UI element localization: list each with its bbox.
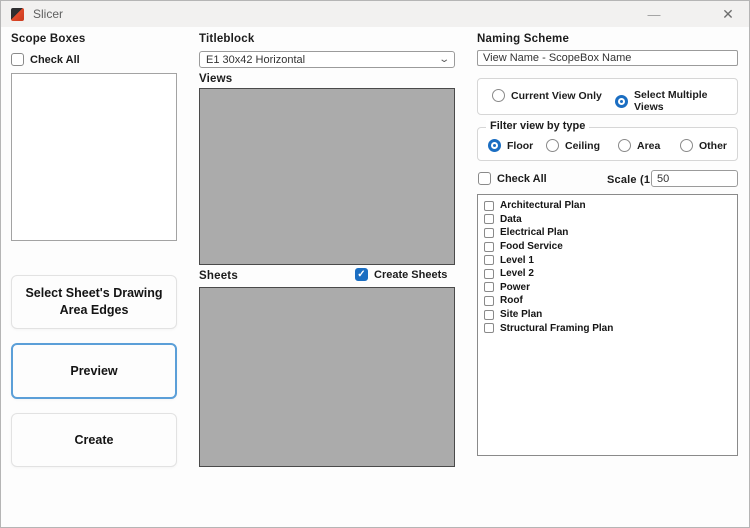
scale-input[interactable] <box>651 170 738 187</box>
view-list-item[interactable]: Data <box>484 213 731 227</box>
view-item-label: Power <box>500 282 530 293</box>
view-item-checkbox[interactable] <box>484 201 494 211</box>
view-list[interactable]: Architectural Plan Data Electrical Plan … <box>477 194 738 456</box>
scope-check-all[interactable]: Check All <box>11 53 80 66</box>
create-sheets-toggle[interactable]: ✓ Create Sheets <box>355 268 447 281</box>
view-item-label: Architectural Plan <box>500 200 586 211</box>
radio-floor-label: Floor <box>507 140 533 152</box>
titleblock-dropdown-value: E1 30x42 Horizontal <box>206 54 440 66</box>
create-button[interactable]: Create <box>11 413 177 467</box>
view-item-checkbox[interactable] <box>484 323 494 333</box>
radio-floor-circle[interactable] <box>488 139 501 152</box>
radio-area-label: Area <box>637 140 660 152</box>
views-preview-canvas <box>199 88 455 265</box>
scope-boxes-list[interactable] <box>11 73 177 241</box>
radio-area-circle[interactable] <box>618 139 631 152</box>
window-title: Slicer <box>33 7 63 21</box>
radio-select-multiple-views-label: Select Multiple Views <box>634 89 737 113</box>
radio-ceiling-circle[interactable] <box>546 139 559 152</box>
view-item-checkbox[interactable] <box>484 242 494 252</box>
radio-select-multiple-views[interactable]: Select Multiple Views <box>615 89 737 113</box>
view-item-label: Site Plan <box>500 309 542 320</box>
view-item-checkbox[interactable] <box>484 255 494 265</box>
view-item-checkbox[interactable] <box>484 214 494 224</box>
radio-floor[interactable]: Floor <box>488 139 533 152</box>
view-list-item[interactable]: Site Plan <box>484 308 731 322</box>
select-sheet-edges-button[interactable]: Select Sheet's Drawing Area Edges <box>11 275 177 329</box>
view-item-label: Roof <box>500 295 523 306</box>
views-check-all-label: Check All <box>497 173 547 185</box>
view-item-checkbox[interactable] <box>484 282 494 292</box>
radio-other-circle[interactable] <box>680 139 693 152</box>
create-sheets-label: Create Sheets <box>374 269 447 281</box>
radio-area[interactable]: Area <box>618 139 660 152</box>
preview-button[interactable]: Preview <box>11 343 177 399</box>
view-list-item[interactable]: Level 1 <box>484 253 731 267</box>
view-item-label: Level 2 <box>500 268 534 279</box>
radio-current-view-only[interactable]: Current View Only <box>492 89 602 102</box>
view-list-item[interactable]: Architectural Plan <box>484 199 731 213</box>
view-list-item[interactable]: Electrical Plan <box>484 226 731 240</box>
titlebar: Slicer — ✕ <box>1 1 749 27</box>
close-icon[interactable]: ✕ <box>713 1 743 27</box>
radio-ceiling[interactable]: Ceiling <box>546 139 600 152</box>
view-list-item[interactable]: Power <box>484 281 731 295</box>
sheets-label: Sheets <box>199 270 238 282</box>
view-list-item[interactable]: Roof <box>484 294 731 308</box>
radio-current-view-only-circle[interactable] <box>492 89 505 102</box>
titleblock-dropdown[interactable]: E1 30x42 Horizontal ⌄ <box>199 51 455 68</box>
view-mode-group: Current View Only Select Multiple Views <box>477 78 738 115</box>
view-item-label: Level 1 <box>500 255 534 266</box>
view-list-item[interactable]: Structural Framing Plan <box>484 321 731 335</box>
scope-check-all-label: Check All <box>30 54 80 66</box>
scale-label: Scale (1: <box>607 174 654 186</box>
view-item-label: Data <box>500 214 522 225</box>
view-item-label: Food Service <box>500 241 563 252</box>
radio-select-multiple-views-circle[interactable] <box>615 95 628 108</box>
view-list-item[interactable]: Food Service <box>484 240 731 254</box>
view-item-checkbox[interactable] <box>484 296 494 306</box>
radio-other-label: Other <box>699 140 727 152</box>
view-item-checkbox[interactable] <box>484 228 494 238</box>
views-check-all-checkbox[interactable] <box>478 172 491 185</box>
view-item-checkbox[interactable] <box>484 269 494 279</box>
minimize-icon[interactable]: — <box>639 1 669 27</box>
filter-view-group: Filter view by type Floor Ceiling Area O… <box>477 127 738 161</box>
app-icon <box>11 8 24 21</box>
radio-current-view-only-label: Current View Only <box>511 90 602 102</box>
filter-view-label: Filter view by type <box>486 120 589 132</box>
views-label: Views <box>199 73 232 85</box>
radio-ceiling-label: Ceiling <box>565 140 600 152</box>
create-sheets-checkbox[interactable]: ✓ <box>355 268 368 281</box>
scope-check-all-checkbox[interactable] <box>11 53 24 66</box>
views-check-all[interactable]: Check All <box>478 172 547 185</box>
view-item-checkbox[interactable] <box>484 310 494 320</box>
view-item-label: Structural Framing Plan <box>500 323 613 334</box>
slicer-window: Slicer — ✕ Scope Boxes Check All Select … <box>0 0 750 528</box>
sheets-preview-canvas <box>199 287 455 467</box>
titleblock-label: Titleblock <box>199 33 254 45</box>
view-list-item[interactable]: Level 2 <box>484 267 731 281</box>
naming-scheme-input[interactable] <box>477 50 738 66</box>
view-item-label: Electrical Plan <box>500 227 568 238</box>
radio-other[interactable]: Other <box>680 139 727 152</box>
scope-boxes-label: Scope Boxes <box>11 33 85 45</box>
naming-scheme-label: Naming Scheme <box>477 33 569 45</box>
chevron-down-icon: ⌄ <box>438 54 450 65</box>
